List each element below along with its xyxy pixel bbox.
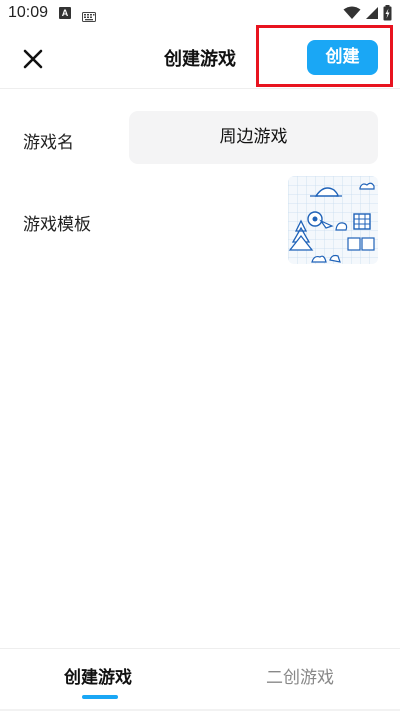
highlight-annotation-box [256,25,393,87]
game-name-label: 游戏名 [23,133,74,153]
battery-charging-icon [383,5,392,21]
wifi-icon [343,6,361,19]
status-icons [343,5,392,21]
bottom-tab-bar: 创建游戏 二创游戏 [0,648,400,711]
active-tab-indicator [82,695,118,699]
game-template-label: 游戏模板 [23,215,91,235]
tab-remix-game[interactable]: 二创游戏 [266,663,334,688]
signal-icon [366,7,378,19]
android-notification-icon: A [59,7,71,19]
status-time: 10:09 [8,4,49,21]
create-game-screen: 10:09 A 创建游戏 创建 游戏名 周边游戏 游戏模板 创建游戏 二创游戏 [0,0,400,711]
doodle-template-thumbnail [288,176,378,264]
tab-create-game[interactable]: 创建游戏 [64,663,132,688]
game-name-input[interactable]: 周边游戏 [129,111,378,164]
keyboard-icon [82,8,96,26]
status-bar: 10:09 A [0,0,400,28]
game-template-thumbnail[interactable] [288,176,378,264]
